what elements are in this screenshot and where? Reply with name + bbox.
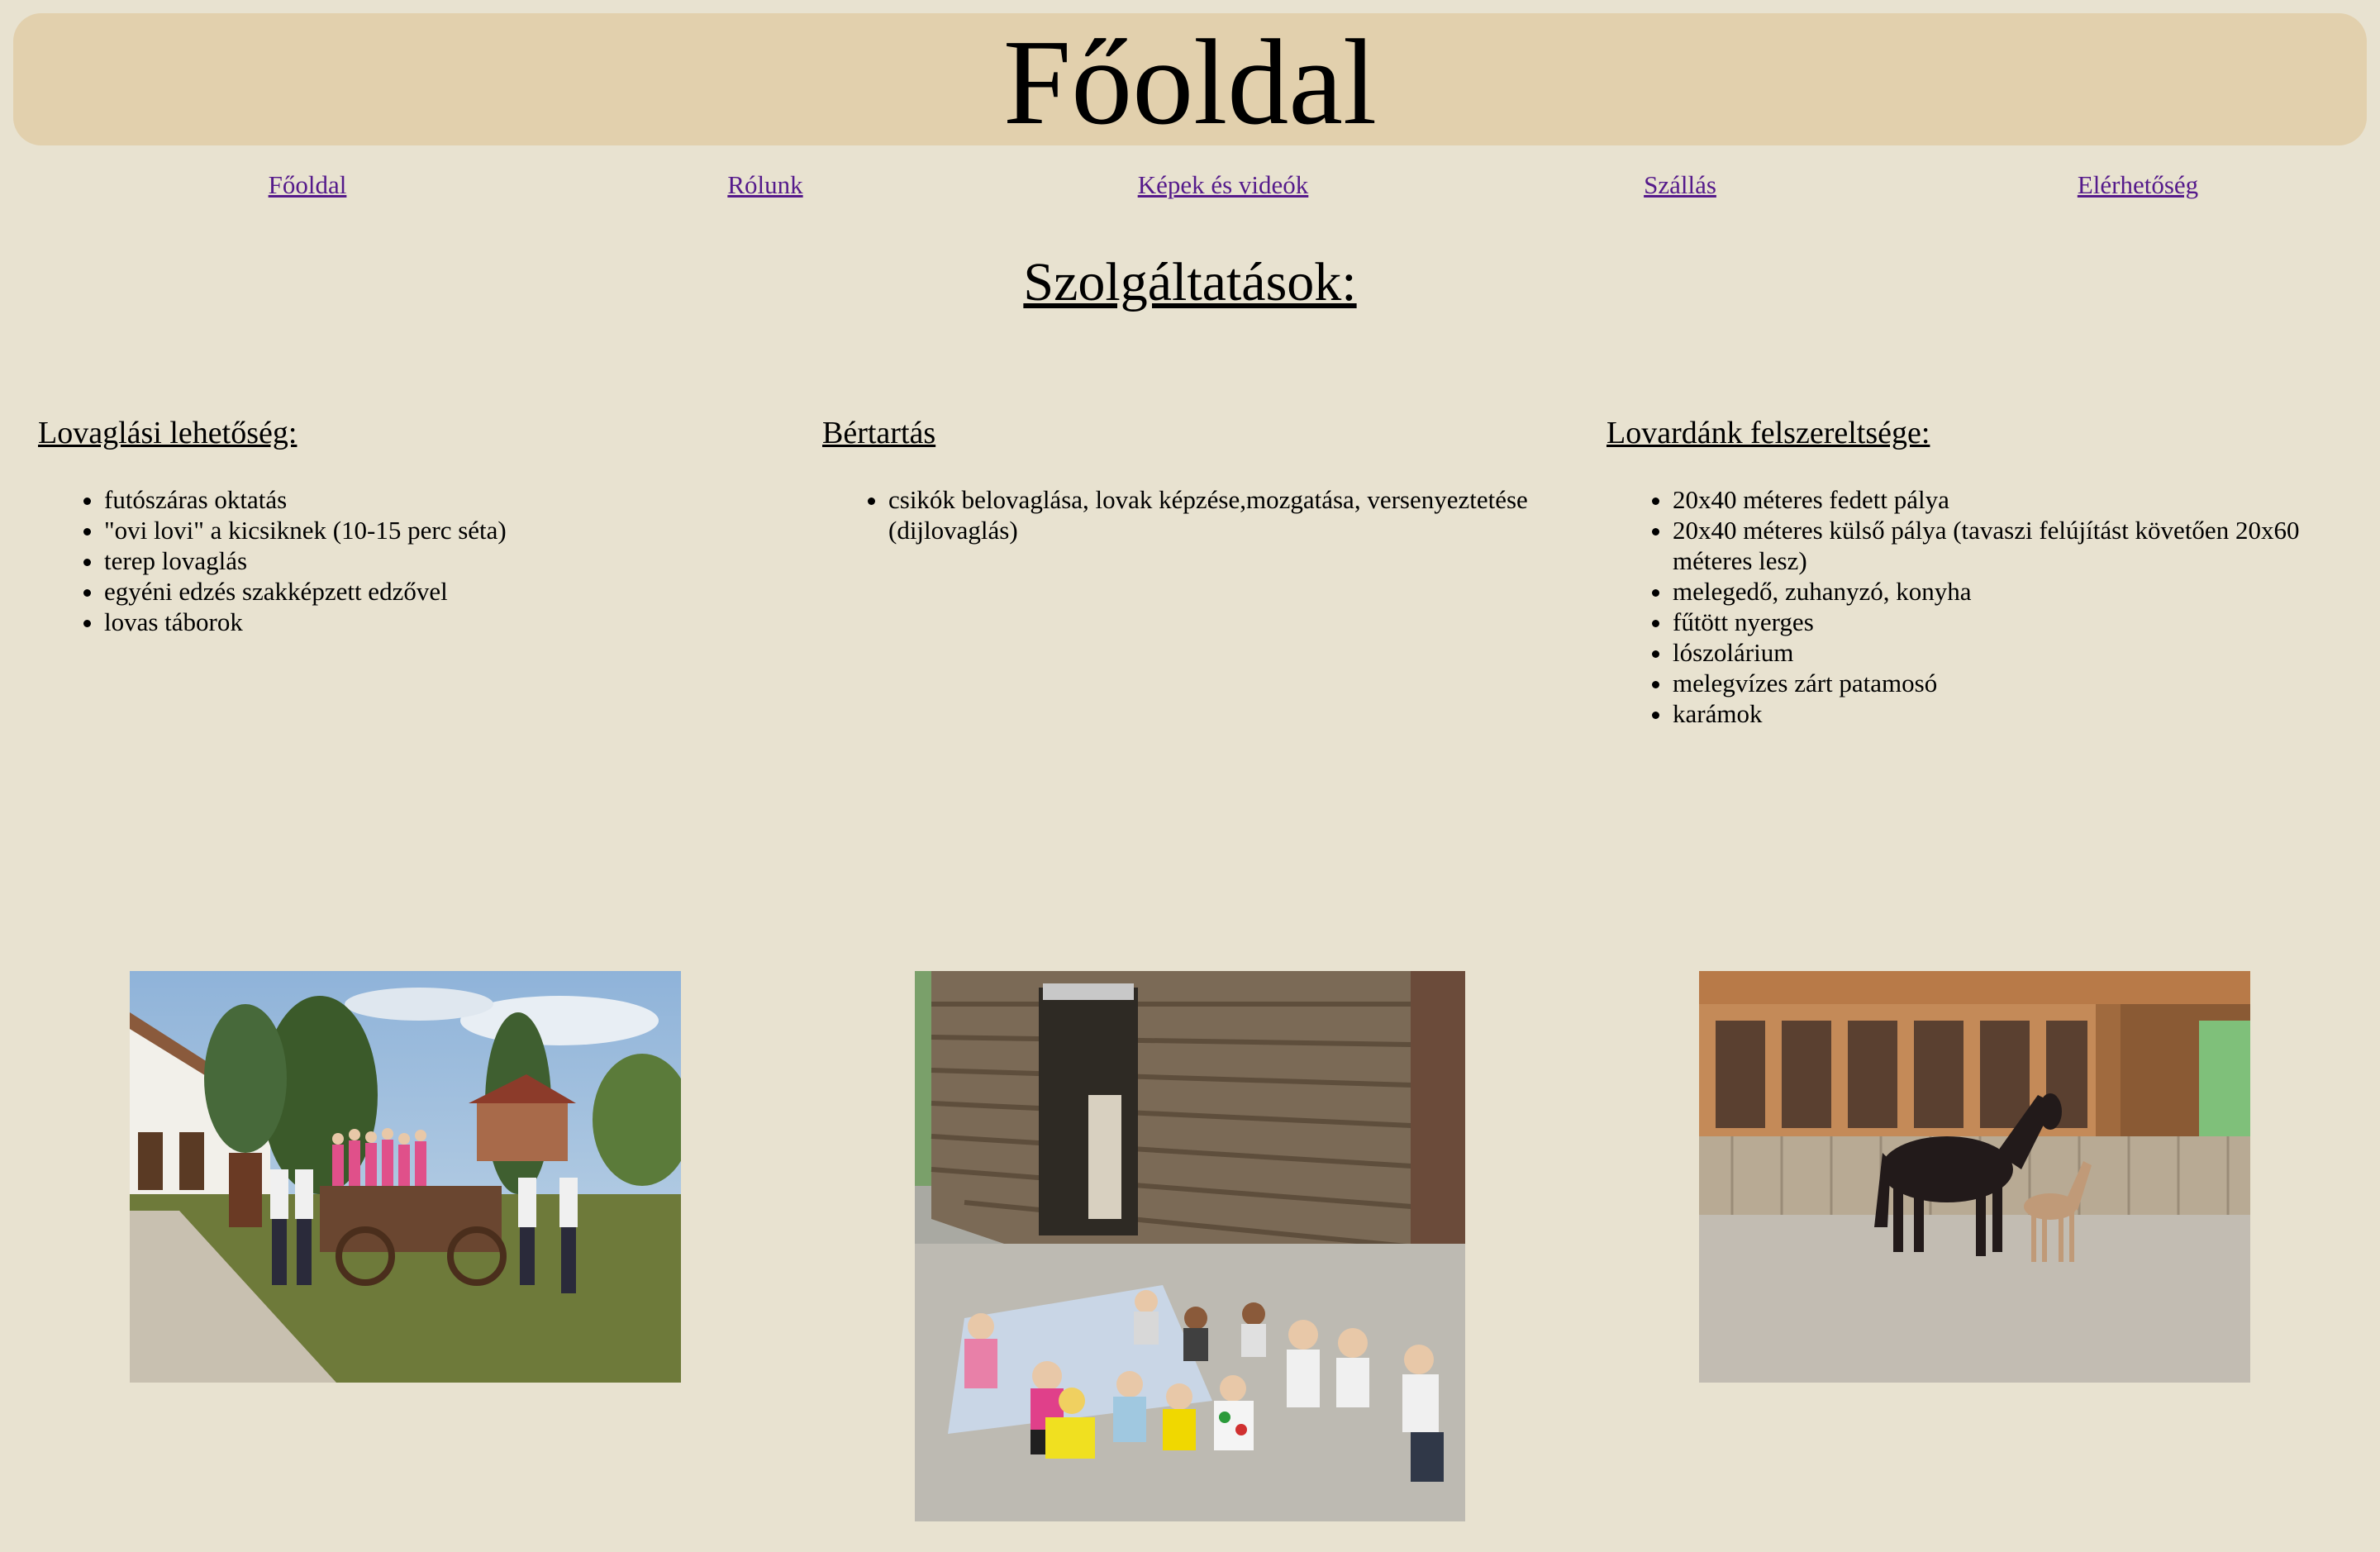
- facilities-list: 20x40 méteres fedett pálya 20x40 méteres…: [1606, 484, 2350, 729]
- nav-link-elerhetoseg[interactable]: Elérhetőség: [2078, 170, 2198, 200]
- main-nav: Főoldal Rólunk Képek és videók Szállás E…: [0, 170, 2380, 207]
- list-item: 20x40 méteres fedett pálya: [1673, 484, 2350, 515]
- riding-options-list: futószáras oktatás "ovi lovi" a kicsikne…: [38, 484, 782, 637]
- livery-list: csikók belovaglása, lovak képzése,mozgat…: [822, 484, 1566, 545]
- list-item: lovas táborok: [104, 607, 782, 637]
- photo-children-by-barn: [915, 971, 1465, 1521]
- list-item: csikók belovaglása, lovak képzése,mozgat…: [888, 484, 1566, 545]
- livery-heading: Bértartás: [822, 416, 936, 450]
- nav-link-fooldal[interactable]: Főoldal: [269, 170, 347, 200]
- list-item: melegedő, zuhanyzó, konyha: [1673, 576, 2350, 607]
- list-item: fűtött nyerges: [1673, 607, 2350, 637]
- riding-options-column: Lovaglási lehetőség: futószáras oktatás …: [38, 415, 782, 637]
- page-title: Főoldal: [1002, 15, 1378, 150]
- list-item: egyéni edzés szakképzett edzővel: [104, 576, 782, 607]
- facilities-column: Lovardánk felszereltsége: 20x40 méteres …: [1606, 415, 2350, 729]
- photo-group-with-wagon: [130, 971, 681, 1383]
- livery-column: Bértartás csikók belovaglása, lovak képz…: [822, 415, 1566, 545]
- list-item: lószolárium: [1673, 637, 2350, 668]
- list-item: futószáras oktatás: [104, 484, 782, 515]
- list-item: terep lovaglás: [104, 545, 782, 576]
- list-item: melegvízes zárt patamosó: [1673, 668, 2350, 698]
- page-header: Főoldal: [13, 13, 2367, 145]
- facilities-heading: Lovardánk felszereltsége:: [1606, 416, 1930, 450]
- riding-options-heading: Lovaglási lehetőség:: [38, 416, 298, 450]
- list-item: karámok: [1673, 698, 2350, 729]
- nav-link-rolunk[interactable]: Rólunk: [727, 170, 802, 200]
- nav-link-szallas[interactable]: Szállás: [1644, 170, 1716, 200]
- photo-horse-and-foal: [1699, 971, 2250, 1383]
- nav-link-kepek-es-videok[interactable]: Képek és videók: [1138, 170, 1309, 200]
- list-item: 20x40 méteres külső pálya (tavaszi felúj…: [1673, 515, 2350, 576]
- services-heading: Szolgáltatások:: [1023, 252, 1357, 312]
- list-item: "ovi lovi" a kicsiknek (10-15 perc séta): [104, 515, 782, 545]
